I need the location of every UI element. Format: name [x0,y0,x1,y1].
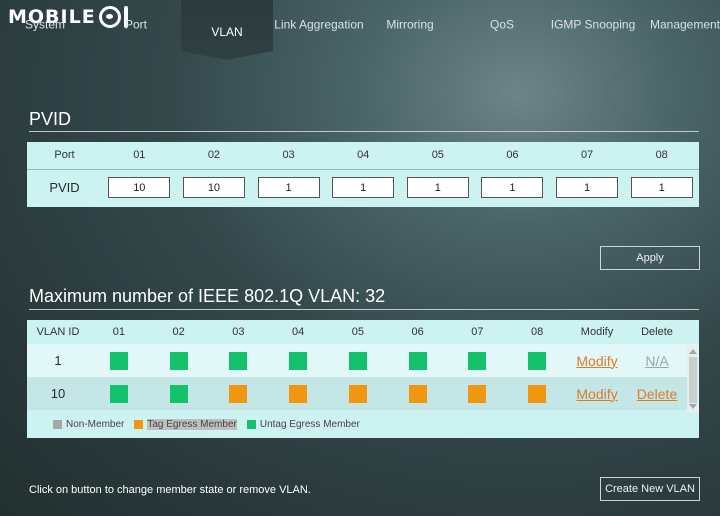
port-header-cell: 01 [102,142,177,170]
pvid-input-port-01[interactable] [108,177,171,199]
legend-item-non-member: Non-Member [53,419,124,430]
port-header-cell: 03 [251,142,326,170]
table-row: 1 Modify N/A [27,344,699,377]
tab-vlan[interactable]: VLAN [181,25,273,39]
member-state-toggle[interactable] [468,351,487,370]
main-nav: System Port VLAN Link Aggregation Mirror… [0,0,720,60]
port-header-cell: 05 [400,142,476,170]
pvid-input-port-06[interactable] [481,177,544,199]
vlan-port-header: 04 [292,326,305,338]
pvid-input-port-03[interactable] [257,177,320,199]
pvid-row-label: PVID [49,180,80,196]
delete-link-disabled: N/A [645,352,669,369]
untag-swatch [246,420,256,429]
scroll-up-icon[interactable] [689,349,697,354]
vlan-id-header: VLAN ID [36,326,80,338]
tab-port[interactable]: Port [91,18,181,32]
pvid-divider [29,131,699,132]
port-header-cell: 02 [176,142,252,170]
vlan-id-cell: 10 [50,386,66,401]
scroll-thumb[interactable] [689,357,697,403]
member-state-toggle[interactable] [289,384,308,403]
member-state-toggle[interactable] [348,351,367,370]
member-state-toggle[interactable] [468,384,487,403]
legend-label: Untag Egress Member [259,419,360,430]
vlan-port-header: 08 [531,326,544,338]
vertical-scrollbar[interactable] [687,345,699,413]
tab-management[interactable]: Management [640,18,720,32]
member-state-toggle[interactable] [528,351,547,370]
pvid-title: PVID [29,109,72,129]
member-state-toggle[interactable] [109,384,128,403]
tab-igmp-snooping[interactable]: IGMP Snooping [549,18,637,32]
member-state-toggle[interactable] [348,384,367,403]
port-header-cell: 06 [475,142,550,170]
pvid-input-port-07[interactable] [556,177,619,199]
pvid-input-port-04[interactable] [332,177,395,199]
tab-mirroring[interactable]: Mirroring [365,18,455,32]
apply-button[interactable]: Apply [600,246,700,270]
modify-link[interactable]: Modify [576,386,617,402]
pvid-header-row: Port 01 02 03 04 05 06 07 08 [27,142,699,170]
vlan-divider [29,309,699,310]
member-state-toggle[interactable] [229,351,248,370]
legend-item-tag: Tag Egress Member [134,419,237,430]
tab-link-aggregation[interactable]: Link Aggregation [274,18,364,32]
legend-item-untag: Untag Egress Member [246,419,360,430]
vlan-port-header: 01 [112,326,125,338]
member-state-toggle[interactable] [169,384,188,403]
create-vlan-button[interactable]: Create New VLAN [600,477,700,501]
vlan-port-header: 02 [172,326,185,338]
legend-label: Tag Egress Member [147,419,237,430]
member-state-toggle[interactable] [408,384,427,403]
vlan-table: VLAN ID 01 02 03 04 05 06 07 08 Modify D… [27,320,699,410]
tab-system[interactable]: System [0,18,90,32]
tab-qos[interactable]: QoS [457,18,547,32]
port-header-cell: 04 [325,142,401,170]
pvid-input-port-02[interactable] [182,177,245,199]
vlan-header-row: VLAN ID 01 02 03 04 05 06 07 08 Modify D… [27,320,699,344]
member-legend: Non-Member Tag Egress Member Untag Egres… [53,419,370,430]
vlan-port-header: 05 [351,326,364,338]
member-state-toggle[interactable] [169,351,188,370]
port-header-cell: 08 [624,142,699,170]
scroll-down-icon[interactable] [689,404,697,409]
member-state-toggle[interactable] [408,351,427,370]
non-member-swatch [53,420,62,429]
pvid-value-row: PVID [27,169,699,206]
member-state-toggle[interactable] [109,351,128,370]
vlan-title: Maximum number of IEEE 802.1Q VLAN: 32 [29,286,386,306]
vlan-port-header: 06 [411,326,424,338]
vlan-port-header: 03 [232,326,245,338]
vlan-id-cell: 1 [54,353,62,368]
vlan-port-header: 07 [471,326,484,338]
member-state-toggle[interactable] [229,384,248,403]
member-state-toggle[interactable] [528,384,547,403]
pvid-input-port-05[interactable] [406,177,469,199]
port-header: Port [27,142,102,170]
port-header-cell: 07 [549,142,625,170]
help-note: Click on button to change member state o… [29,484,311,496]
delete-link[interactable]: Delete [637,386,677,402]
tag-swatch [134,420,144,429]
delete-header: Delete [641,326,673,338]
pvid-input-port-08[interactable] [630,177,693,199]
modify-link[interactable]: Modify [576,353,617,369]
vlan-panel: VLAN ID 01 02 03 04 05 06 07 08 Modify D… [27,320,699,438]
legend-label: Non-Member [66,419,125,430]
modify-header: Modify [580,326,614,338]
table-row: 10 Modify Delete [27,377,699,410]
pvid-panel: Port 01 02 03 04 05 06 07 08 PVID [27,142,699,207]
member-state-toggle[interactable] [289,351,308,370]
